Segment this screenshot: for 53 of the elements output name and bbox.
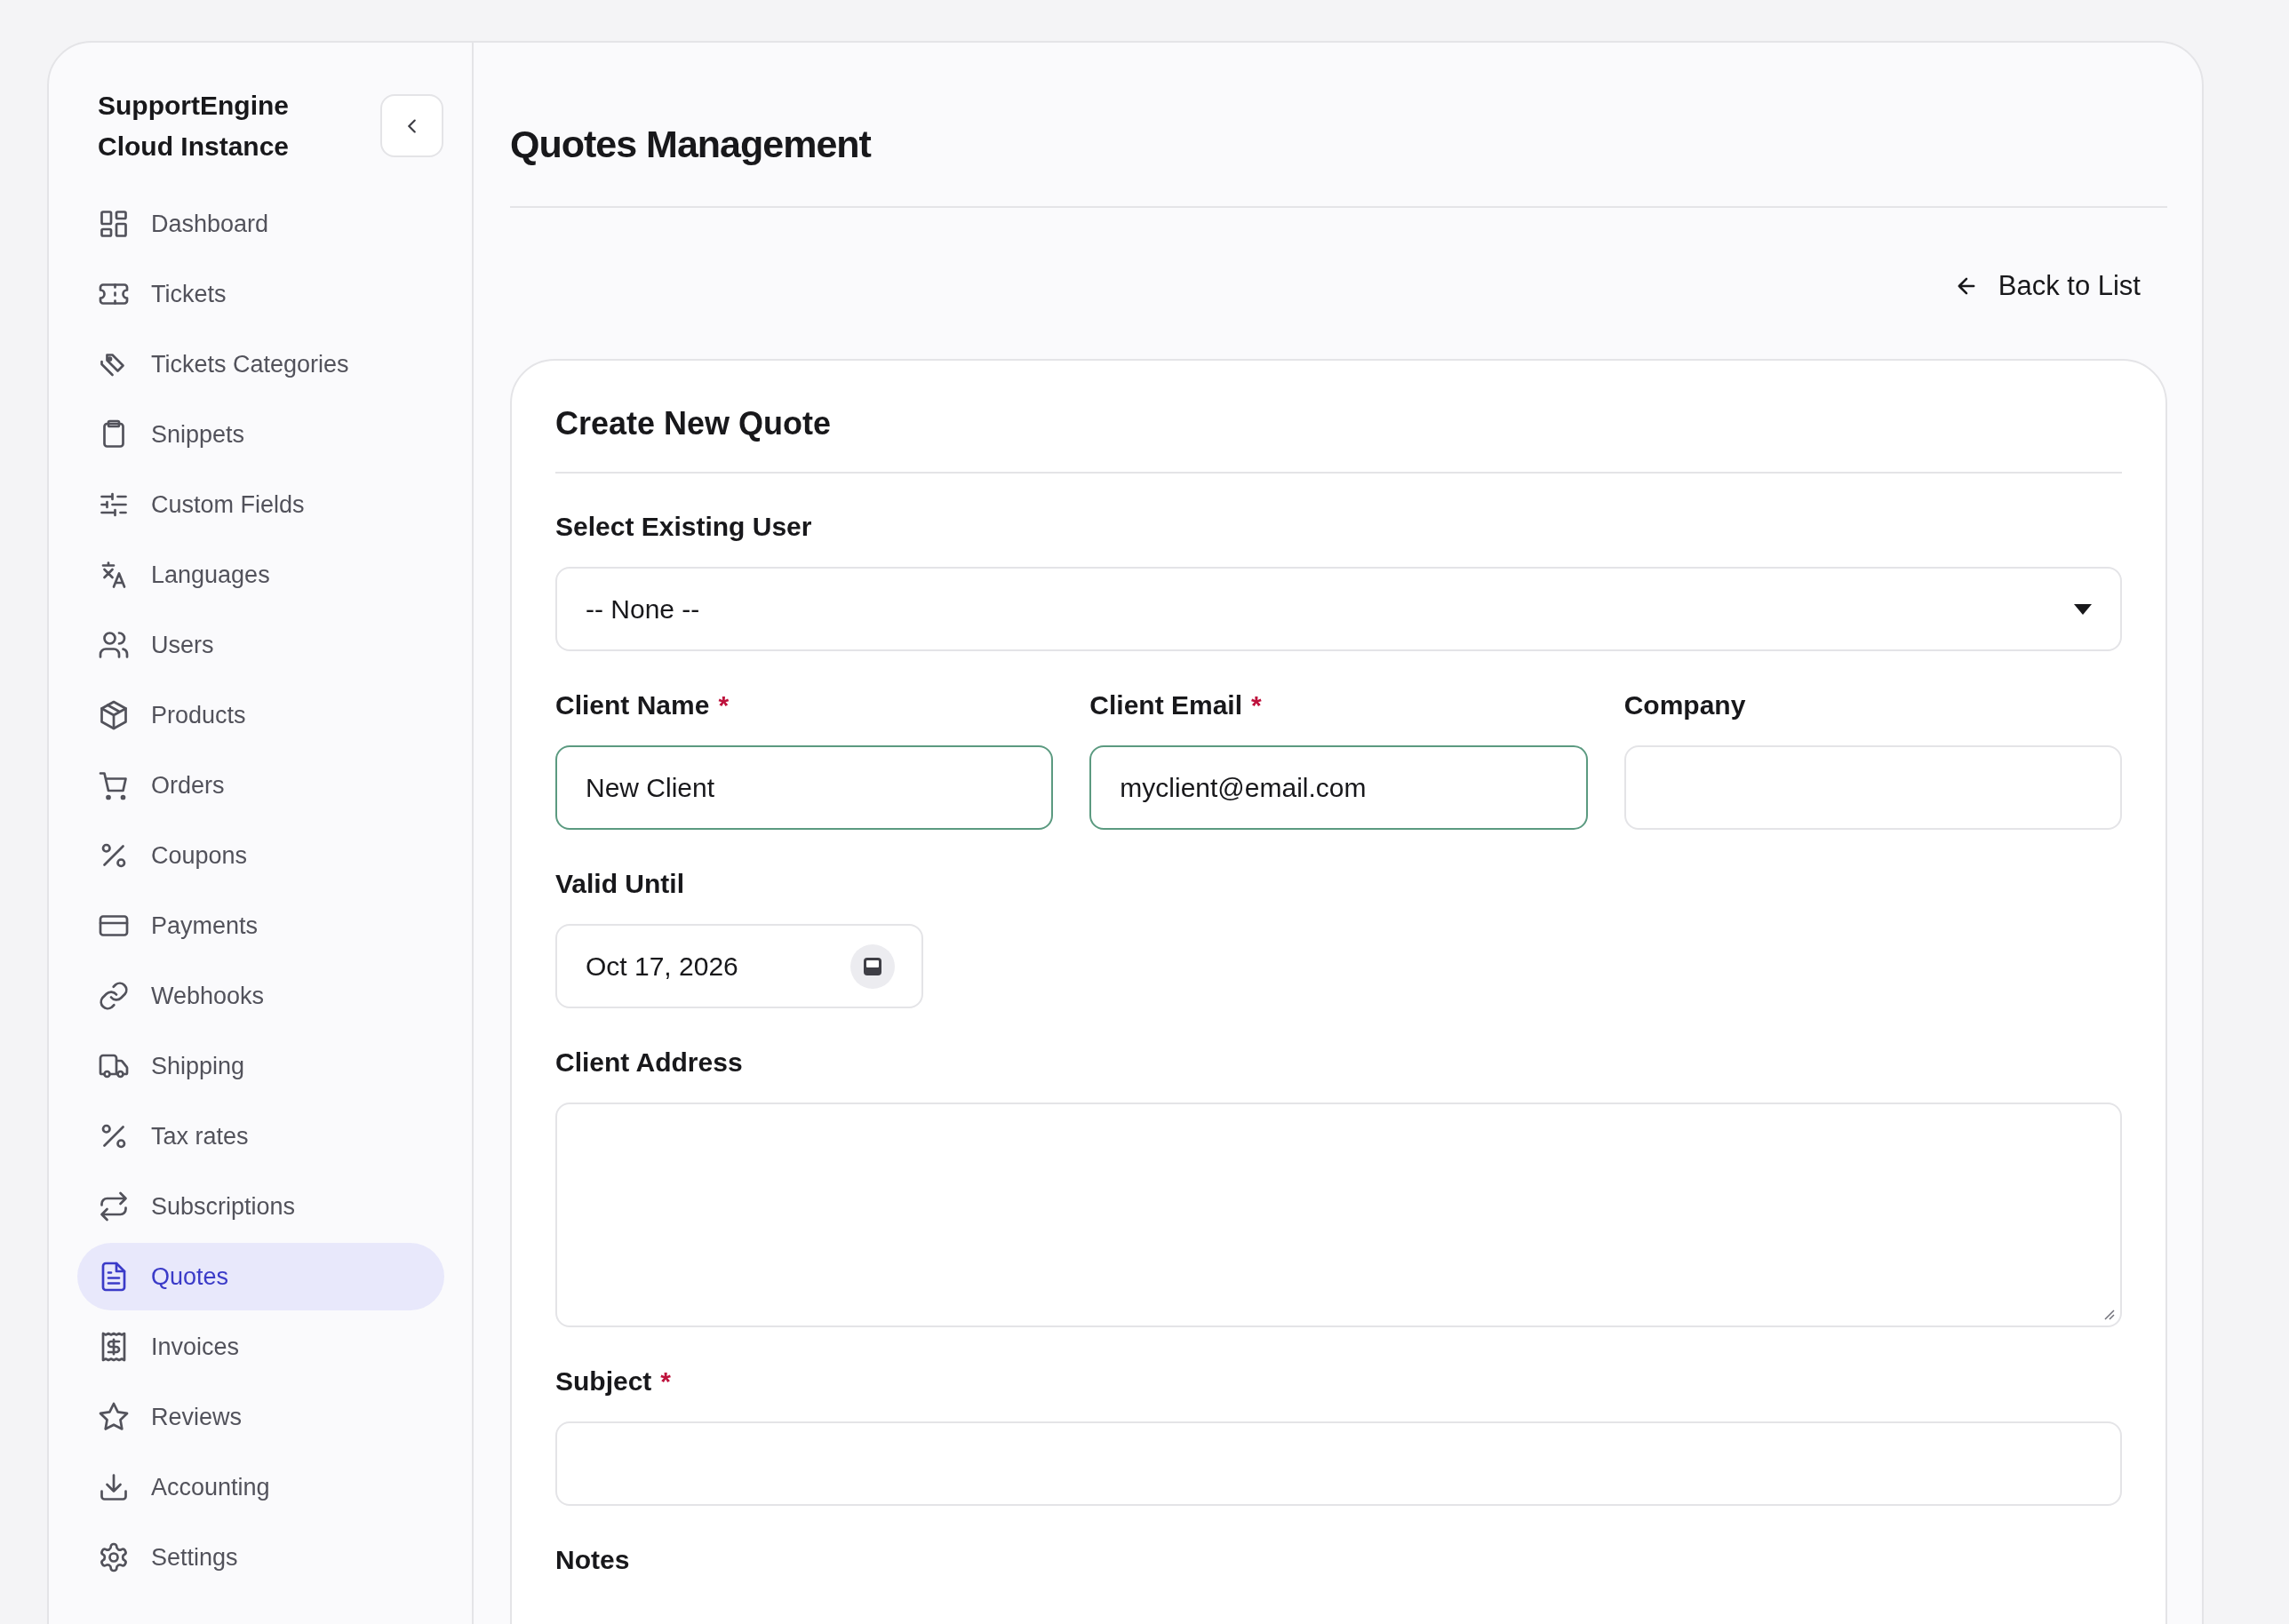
sidebar-item[interactable]: Tax rates bbox=[77, 1103, 444, 1170]
sidebar-item[interactable]: Subscriptions bbox=[77, 1173, 444, 1240]
back-link[interactable]: Back to List bbox=[1953, 270, 2141, 302]
cart-icon bbox=[98, 769, 130, 801]
brand-name: SupportEngine Cloud Instance bbox=[98, 90, 290, 163]
text-field[interactable]: myclient@email.com bbox=[1089, 745, 1588, 830]
sidebar-item[interactable]: Languages bbox=[77, 541, 444, 609]
form-title: Create New Quote bbox=[555, 361, 2122, 474]
link-icon bbox=[98, 980, 130, 1012]
sidebar-item[interactable]: Tickets Categories bbox=[77, 330, 444, 398]
users-icon bbox=[98, 629, 130, 661]
sidebar-item[interactable]: Custom Fields bbox=[77, 471, 444, 538]
required-mark: * bbox=[660, 1365, 672, 1397]
text-field[interactable]: New Client bbox=[555, 745, 1054, 830]
field-label: Client Email bbox=[1089, 689, 1243, 721]
star-icon bbox=[98, 1401, 130, 1433]
field-label: Select Existing User bbox=[555, 511, 812, 543]
sidebar-item[interactable]: Invoices bbox=[77, 1313, 444, 1381]
sidebar-item[interactable]: Snippets bbox=[77, 401, 444, 468]
field-label: Client Address bbox=[555, 1047, 743, 1079]
required-mark: * bbox=[1251, 689, 1262, 721]
field-label: Subject bbox=[555, 1365, 652, 1397]
dashboard-icon bbox=[98, 208, 130, 240]
sidebar-item[interactable]: Webhooks bbox=[77, 962, 444, 1030]
sidebar-item[interactable]: Payments bbox=[77, 892, 444, 959]
sidebar-item[interactable]: Accounting bbox=[77, 1453, 444, 1521]
text-field[interactable] bbox=[555, 1421, 2122, 1506]
text-field[interactable] bbox=[1623, 745, 2122, 830]
settings-icon bbox=[98, 1541, 130, 1573]
sidebar-item[interactable]: Users bbox=[77, 611, 444, 679]
field-label: Valid Until bbox=[555, 868, 685, 900]
sidebar-item[interactable]: Reviews bbox=[77, 1383, 444, 1451]
caret-icon bbox=[2074, 603, 2092, 615]
page-title: Quotes Management bbox=[510, 122, 873, 167]
repeat-icon bbox=[98, 1190, 130, 1222]
field-label: Client Name bbox=[555, 689, 710, 721]
calendar-icon[interactable] bbox=[850, 943, 895, 989]
sidebar-item[interactable]: Tickets bbox=[77, 260, 444, 328]
sidebar-item[interactable]: Settings bbox=[77, 1524, 444, 1591]
sidebar-item[interactable]: Orders bbox=[77, 752, 444, 819]
collapse-button[interactable] bbox=[380, 94, 443, 157]
sidebar-item[interactable]: Quotes bbox=[77, 1243, 444, 1310]
download-icon bbox=[98, 1471, 130, 1503]
sidebar-item[interactable]: Shipping bbox=[77, 1032, 444, 1100]
sidebar-item[interactable]: Products bbox=[77, 681, 444, 749]
required-mark: * bbox=[718, 689, 730, 721]
user-select[interactable]: -- None -- bbox=[555, 567, 2122, 651]
sidebar-item[interactable]: Dashboard bbox=[77, 190, 444, 258]
field-label: Notes bbox=[555, 1544, 630, 1576]
field-label: Company bbox=[1623, 689, 1746, 721]
date-field[interactable]: Oct 17, 2026 bbox=[555, 924, 923, 1008]
sidebar-item[interactable]: Coupons bbox=[77, 822, 444, 889]
box-icon bbox=[98, 699, 130, 731]
